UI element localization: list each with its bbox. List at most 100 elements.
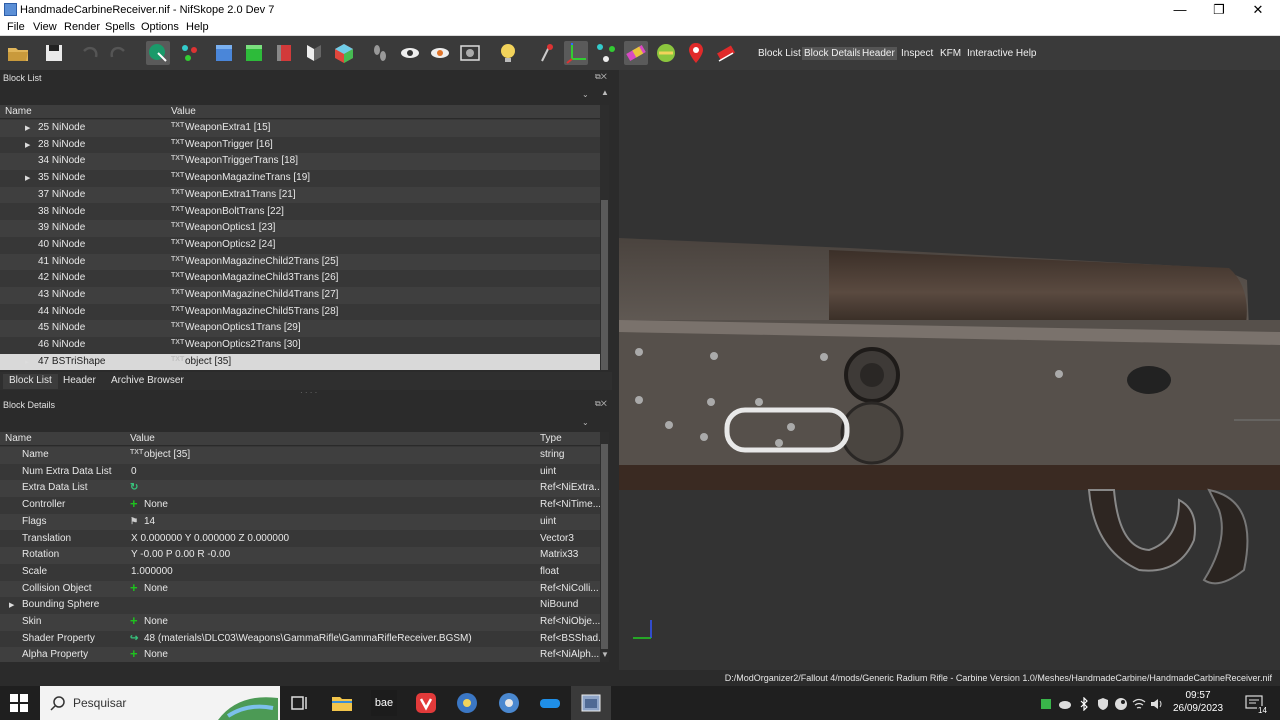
show-constraints-icon[interactable] <box>594 41 618 65</box>
show-furniture-icon[interactable] <box>654 41 678 65</box>
undo-icon[interactable] <box>78 41 102 65</box>
block-list-collapse-icon[interactable]: ⌄ <box>582 90 600 99</box>
col-name[interactable]: Name <box>5 433 32 444</box>
block-list-row[interactable]: 44 NiNode TXT WeaponMagazineChild5Trans [2… <box>0 304 600 321</box>
block-details-float-close-icon[interactable]: ⧉✕ <box>595 399 613 408</box>
show-markers-icon[interactable] <box>428 41 452 65</box>
lighting-bulb-icon[interactable] <box>496 41 520 65</box>
steam-icon[interactable] <box>1114 697 1128 711</box>
toolbar-tab-block-details[interactable]: Block Details <box>802 47 864 60</box>
block-list-row[interactable]: 46 NiNode TXT WeaponOptics2Trans [30] <box>0 337 600 354</box>
taskbar-clock[interactable]: 09:57 26/09/2023 <box>1170 689 1226 715</box>
nifskope-taskbar-button[interactable] <box>571 686 611 720</box>
block-list-scrollbar[interactable] <box>600 105 609 370</box>
block-list-row[interactable]: ▶ 28 NiNode TXT WeaponTrigger [16] <box>0 137 600 154</box>
block-list-scroll-up-icon[interactable]: ▲ <box>601 88 619 97</box>
field-value[interactable]: 48 (materials\DLC03\Weapons\GammaRifle\G… <box>144 633 472 644</box>
block-details-scrollbar[interactable] <box>600 432 609 662</box>
task-view-icon[interactable] <box>287 690 313 716</box>
show-havok-icon[interactable] <box>624 41 648 65</box>
block-details-row[interactable]: Num Extra Data List 0 uint <box>0 464 600 481</box>
block-list-row[interactable]: 41 NiNode TXT WeaponMagazineChild2Trans [2… <box>0 253 600 271</box>
menu-help[interactable]: Help <box>186 21 209 33</box>
block-list-float-close-icon[interactable]: ⧉✕ <box>595 72 613 81</box>
volume-icon[interactable] <box>1150 697 1164 711</box>
toolbar-tab-kfm[interactable]: KFM <box>938 47 963 60</box>
tray-app-icon[interactable] <box>1040 698 1052 710</box>
block-list-row[interactable]: 37 NiNode TXT WeaponExtra1Trans [21] <box>0 186 600 204</box>
block-details-row[interactable]: Extra Data List ↻ Ref<NiExtra... <box>0 480 600 498</box>
file-explorer-icon[interactable] <box>329 690 355 716</box>
block-list-row[interactable]: 45 NiNode TXT WeaponOptics1Trans [29] <box>0 320 600 338</box>
field-value[interactable]: object [35] <box>144 449 190 460</box>
menu-spells[interactable]: Spells <box>105 21 135 33</box>
expand-arrow-icon[interactable]: ▸ <box>25 358 29 366</box>
bae-app-icon[interactable]: bae <box>371 690 397 716</box>
toolbar-tab-inspect[interactable]: Inspect <box>899 47 935 60</box>
walk-mode-icon[interactable] <box>368 41 392 65</box>
security-shield-icon[interactable] <box>1096 697 1110 711</box>
field-value[interactable]: 14 <box>144 516 155 527</box>
wifi-icon[interactable] <box>1132 697 1146 711</box>
minimize-button[interactable]: — <box>1160 0 1200 20</box>
view-flip-icon[interactable] <box>302 41 326 65</box>
block-details-row[interactable]: Flags ⚑ 14 uint <box>0 513 600 531</box>
block-list-row[interactable]: 34 NiNode TXT WeaponTriggerTrans [18] <box>0 153 600 171</box>
block-details-collapse-icon[interactable]: ⌄ <box>582 418 600 427</box>
onedrive-icon[interactable] <box>1058 698 1072 710</box>
open-folder-icon[interactable] <box>6 41 30 65</box>
bluetooth-icon[interactable] <box>1078 697 1090 711</box>
field-value[interactable]: None <box>144 499 168 510</box>
block-details-row[interactable]: Alpha Property + None Ref<NiAlph... <box>0 646 600 662</box>
block-details-row[interactable]: Shader Property ↪ 48 (materials\DLC03\Weap… <box>0 631 600 648</box>
show-hidden-icon[interactable] <box>398 41 422 65</box>
taskbar-search[interactable]: Pesquisar <box>40 686 280 720</box>
field-value[interactable]: 0 <box>131 466 137 477</box>
field-value[interactable]: Y -0.00 P 0.00 R -0.00 <box>131 549 230 560</box>
dock-tab-archive-browser[interactable]: Archive Browser <box>105 374 190 389</box>
field-value[interactable]: None <box>144 616 168 627</box>
field-value[interactable]: 1.000000 <box>131 566 173 577</box>
block-details-row[interactable]: Translation X 0.000000 Y 0.000000 Z 0.000… <box>0 531 600 548</box>
toolbar-tab-interactive-help[interactable]: Interactive Help <box>965 47 1038 60</box>
block-list-row[interactable]: 40 NiNode TXT WeaponOptics2 [24] <box>0 237 600 254</box>
block-list-row[interactable]: 38 NiNode TXT WeaponBoltTrans [22] <box>0 204 600 221</box>
expand-arrow-icon[interactable]: ▶ <box>25 141 30 149</box>
select-object-icon[interactable] <box>146 41 170 65</box>
block-details-scroll-down-icon[interactable]: ▼ <box>601 650 619 659</box>
expand-arrow-icon[interactable]: ▶ <box>9 601 14 609</box>
render-viewport[interactable] <box>619 70 1280 670</box>
col-value[interactable]: Value <box>171 106 196 117</box>
close-button[interactable]: ✕ <box>1238 0 1278 20</box>
block-list-row[interactable]: 39 NiNode TXT WeaponOptics1 [23] <box>0 220 600 237</box>
block-list-row[interactable]: ▸ 47 BSTriShape TXT object [35] <box>0 353 600 370</box>
maximize-button[interactable]: ❐ <box>1199 0 1239 20</box>
field-value[interactable]: None <box>144 649 168 660</box>
menu-render[interactable]: Render <box>64 21 100 33</box>
link-app-icon[interactable] <box>537 690 563 716</box>
col-value[interactable]: Value <box>130 433 155 444</box>
block-list-row[interactable]: 43 NiNode TXT WeaponMagazineChild4Trans [2… <box>0 287 600 304</box>
block-list-tree[interactable]: Name Value ▶ 25 NiNode TXT WeaponExtra1 [15… <box>0 105 600 370</box>
block-details-row[interactable]: ▶ Bounding Sphere NiBound <box>0 597 600 614</box>
settings-gear-icon[interactable] <box>454 690 480 716</box>
toolbar-tab-block-list[interactable]: Block List <box>756 47 803 60</box>
block-details-row[interactable]: Collision Object + None Ref<NiColli... <box>0 580 600 598</box>
dock-tab-header[interactable]: Header <box>57 374 102 389</box>
menu-file[interactable]: File <box>7 21 25 33</box>
show-axes-icon[interactable] <box>564 41 588 65</box>
view-perspective-icon[interactable] <box>332 41 356 65</box>
col-type[interactable]: Type <box>540 433 562 444</box>
expand-arrow-icon[interactable]: ▶ <box>25 124 30 132</box>
windows-start-icon[interactable] <box>10 694 28 712</box>
block-details-row[interactable]: Name TXT object [35] string <box>0 447 600 464</box>
app-gear-icon[interactable] <box>496 690 522 716</box>
screenshot-icon[interactable] <box>458 41 482 65</box>
view-front-icon[interactable] <box>212 41 236 65</box>
block-details-row[interactable]: Scale 1.000000 float <box>0 564 600 581</box>
field-value[interactable]: None <box>144 583 168 594</box>
col-name[interactable]: Name <box>5 106 32 117</box>
block-list-row[interactable]: 42 NiNode TXT WeaponMagazineChild3Trans [2… <box>0 270 600 287</box>
block-details-row[interactable]: Rotation Y -0.00 P 0.00 R -0.00 Matrix33 <box>0 547 600 564</box>
view-top-icon[interactable] <box>242 41 266 65</box>
